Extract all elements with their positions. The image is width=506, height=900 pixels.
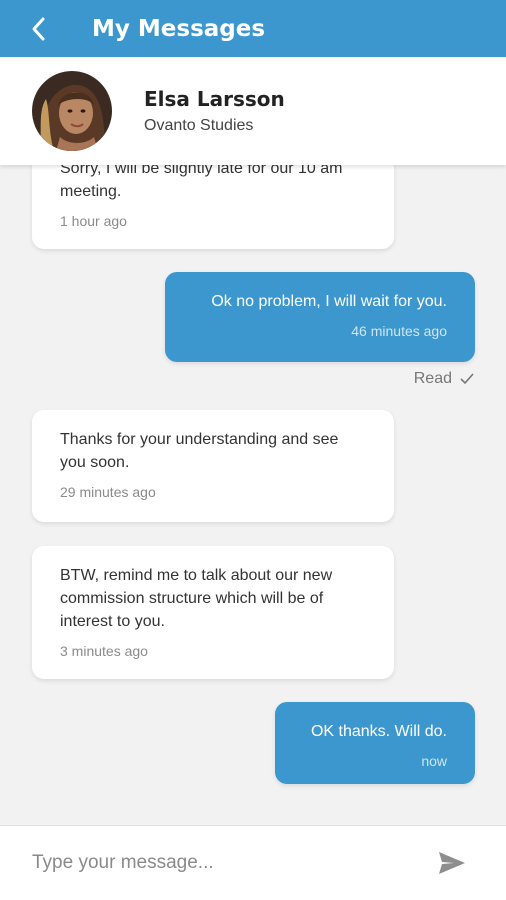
contact-name: Elsa Larsson	[144, 87, 285, 111]
checkmark-icon	[460, 373, 474, 385]
message-bubble-outgoing[interactable]: OK thanks. Will do. now	[275, 702, 475, 784]
message-list[interactable]: Sorry, I will be slightly late for our 1…	[0, 165, 506, 825]
contact-header: Elsa Larsson Ovanto Studies	[0, 57, 506, 165]
read-status: Read	[414, 370, 474, 388]
message-text: BTW, remind me to talk about our new com…	[60, 567, 333, 630]
contact-company: Ovanto Studies	[144, 117, 254, 134]
message-time: 46 minutes ago	[351, 323, 447, 339]
message-input[interactable]	[32, 852, 422, 874]
message-time: now	[421, 753, 447, 769]
send-icon	[439, 852, 465, 874]
message-time: 3 minutes ago	[60, 643, 148, 659]
page-title: My Messages	[92, 15, 266, 42]
message-bubble-outgoing[interactable]: Ok no problem, I will wait for you. 46 m…	[165, 272, 475, 362]
read-status-label: Read	[413, 370, 452, 387]
message-bubble-incoming[interactable]: Thanks for your understanding and see yo…	[32, 410, 394, 522]
chevron-left-icon	[32, 17, 45, 40]
message-time: 1 hour ago	[60, 213, 127, 229]
app-bar: My Messages	[0, 0, 506, 57]
send-button[interactable]	[432, 843, 472, 883]
message-text: Ok no problem, I will wait for you.	[211, 293, 447, 310]
back-button[interactable]	[8, 0, 68, 57]
message-text: Sorry, I will be slightly late for our 1…	[60, 165, 343, 200]
message-bubble-incoming[interactable]: BTW, remind me to talk about our new com…	[32, 546, 394, 679]
message-time: 29 minutes ago	[60, 484, 156, 500]
message-text: OK thanks. Will do.	[310, 723, 447, 740]
avatar[interactable]	[32, 71, 112, 151]
message-text: Thanks for your understanding and see yo…	[60, 431, 339, 471]
message-bubble-incoming[interactable]: Sorry, I will be slightly late for our 1…	[32, 165, 394, 249]
message-composer	[0, 825, 506, 900]
